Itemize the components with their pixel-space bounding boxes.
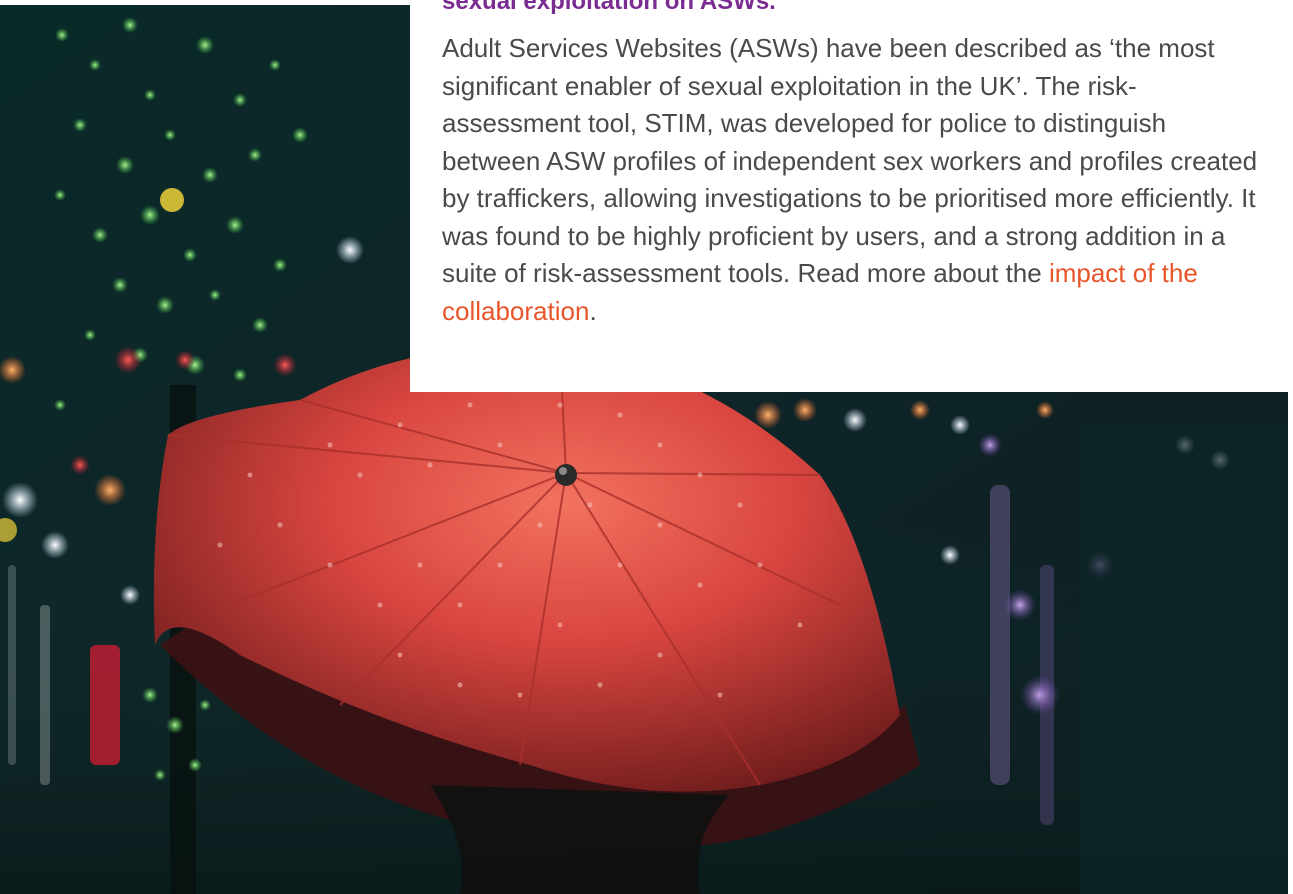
article-paragraph: Adult Services Websites (ASWs) have been… <box>442 30 1262 330</box>
article-text-card: sexual exploitation on ASWs. Adult Servi… <box>410 0 1293 392</box>
section-heading: sexual exploitation on ASWs. <box>442 0 776 15</box>
article-body-text: Adult Services Websites (ASWs) have been… <box>442 33 1258 288</box>
article-body-end: . <box>589 295 597 326</box>
page: sexual exploitation on ASWs. Adult Servi… <box>0 0 1293 894</box>
